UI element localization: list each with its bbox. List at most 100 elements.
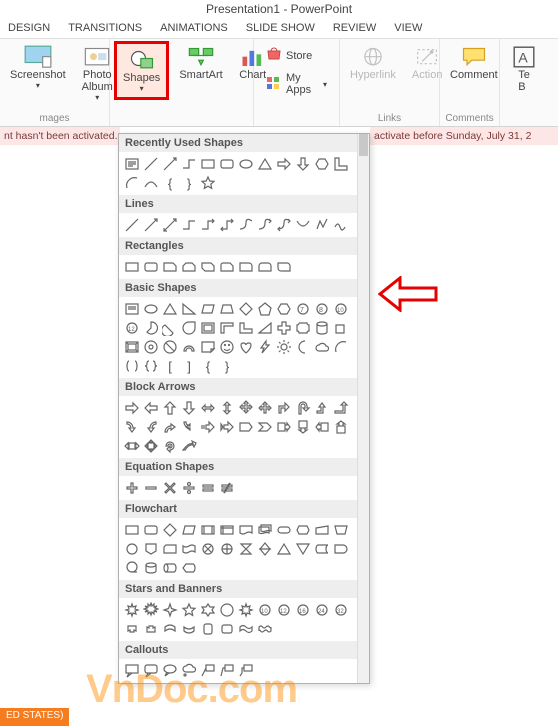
shape-arr-circular[interactable] xyxy=(161,437,179,455)
shape-arr-right[interactable] xyxy=(123,399,141,417)
shape-lshape[interactable] xyxy=(237,319,255,337)
tab-transitions[interactable]: TRANSITIONS xyxy=(68,22,142,34)
shape-fc-display[interactable] xyxy=(180,559,198,577)
shape-heptagon[interactable]: 7 xyxy=(294,300,312,318)
shape-fc-predef[interactable] xyxy=(199,521,217,539)
shape-rectangle[interactable] xyxy=(199,155,217,173)
shape-right-bracket[interactable]: ] xyxy=(180,357,198,375)
shape-snip2same[interactable] xyxy=(180,258,198,276)
shape-fc-offpage[interactable] xyxy=(142,540,160,558)
shape-star10[interactable]: 10 xyxy=(256,601,274,619)
shape-cross[interactable] xyxy=(275,319,293,337)
shape-curve[interactable] xyxy=(142,174,160,192)
shape-fc-terminator[interactable] xyxy=(275,521,293,539)
shape-parallelogram[interactable] xyxy=(199,300,217,318)
shape-block-arc[interactable] xyxy=(180,338,198,356)
shape-fc-prep[interactable] xyxy=(294,521,312,539)
shape-fc-internal[interactable] xyxy=(218,521,236,539)
shape-arr-pentagon[interactable] xyxy=(237,418,255,436)
shape-bevel[interactable] xyxy=(123,338,141,356)
shape-brace-left[interactable]: { xyxy=(161,174,179,192)
shape-fc-extract[interactable] xyxy=(275,540,293,558)
shape-freeform[interactable] xyxy=(313,216,331,234)
shape-decagon[interactable]: 10 xyxy=(332,300,350,318)
shape-octagon[interactable]: 8 xyxy=(313,300,331,318)
textbox-button[interactable]: A Te B xyxy=(504,41,544,97)
shape-double-bracket[interactable] xyxy=(123,357,141,375)
shape-fc-seq[interactable] xyxy=(123,559,141,577)
shape-connector[interactable] xyxy=(180,155,198,173)
scrollbar[interactable] xyxy=(357,134,369,683)
shape-arr-left[interactable] xyxy=(142,399,160,417)
tab-view[interactable]: VIEW xyxy=(394,22,422,34)
shape-fc-junction[interactable] xyxy=(199,540,217,558)
shape-ribbon-curved-up[interactable] xyxy=(161,620,179,638)
shape-fc-stored[interactable] xyxy=(313,540,331,558)
shape-arrow-down[interactable] xyxy=(294,155,312,173)
shape-oval[interactable] xyxy=(237,155,255,173)
shape-explosion1[interactable] xyxy=(123,601,141,619)
shape-star12[interactable]: 12 xyxy=(275,601,293,619)
shape-equal[interactable] xyxy=(199,479,217,497)
shape-star5[interactable] xyxy=(180,601,198,619)
shape-arr-bentup[interactable] xyxy=(332,399,350,417)
shape-hexagon2[interactable] xyxy=(275,300,293,318)
hyperlink-button[interactable]: Hyperlink xyxy=(344,41,402,85)
shape-scroll-v[interactable] xyxy=(199,620,217,638)
shape-arr-up[interactable] xyxy=(161,399,179,417)
smartart-button[interactable]: SmartArt xyxy=(173,41,228,85)
shape-donut[interactable] xyxy=(142,338,160,356)
shape-teardrop[interactable] xyxy=(180,319,198,337)
shape-ribbon-curved-down[interactable] xyxy=(180,620,198,638)
shape-arr-curve-d[interactable] xyxy=(180,418,198,436)
shape-arr-down[interactable] xyxy=(180,399,198,417)
shape-fc-direct[interactable] xyxy=(161,559,179,577)
tab-animations[interactable]: ANIMATIONS xyxy=(160,22,228,34)
shape-fc-delay[interactable] xyxy=(332,540,350,558)
shape-explosion2[interactable] xyxy=(142,601,160,619)
shape-fc-process[interactable] xyxy=(123,521,141,539)
shape-fc-manual-input[interactable] xyxy=(313,521,331,539)
shape-arr-notched[interactable] xyxy=(218,418,236,436)
shape-star32[interactable]: 32 xyxy=(332,601,350,619)
shape-diagonal[interactable] xyxy=(256,319,274,337)
shape-arr-r-callout[interactable] xyxy=(275,418,293,436)
shape-fc-multidoc[interactable] xyxy=(256,521,274,539)
comment-button[interactable]: Comment xyxy=(444,41,504,85)
shapes-button[interactable]: Shapes ▾ xyxy=(114,41,169,100)
shape-pentagon[interactable] xyxy=(256,300,274,318)
shape-left-bracket[interactable]: [ xyxy=(161,357,179,375)
shape-fc-collate[interactable] xyxy=(237,540,255,558)
shape-star24[interactable]: 24 xyxy=(313,601,331,619)
shape-curved-arrow[interactable] xyxy=(256,216,274,234)
shape-elbow[interactable] xyxy=(180,216,198,234)
shape-frame[interactable] xyxy=(199,319,217,337)
shape-double-wave[interactable] xyxy=(256,620,274,638)
shape-arr-u-callout[interactable] xyxy=(332,418,350,436)
shape-heart[interactable] xyxy=(237,338,255,356)
shape-textbox2[interactable] xyxy=(123,300,141,318)
shape-right-triangle[interactable] xyxy=(180,300,198,318)
shape-arr-l-callout[interactable] xyxy=(313,418,331,436)
shape-double-brace[interactable] xyxy=(142,357,160,375)
shape-scribble[interactable] xyxy=(332,216,350,234)
shape-elbow-arrow[interactable] xyxy=(199,216,217,234)
shape-rect[interactable] xyxy=(123,258,141,276)
shape-divide[interactable] xyxy=(180,479,198,497)
shape-plaque[interactable] xyxy=(294,319,312,337)
shape-multiply[interactable] xyxy=(161,479,179,497)
shape-rounded-rect[interactable] xyxy=(218,155,236,173)
tab-review[interactable]: REVIEW xyxy=(333,22,376,34)
tab-slideshow[interactable]: SLIDE SHOW xyxy=(246,22,315,34)
shape-round1[interactable] xyxy=(237,258,255,276)
shape-ribbon-up[interactable] xyxy=(123,620,141,638)
shape-noentry[interactable] xyxy=(161,338,179,356)
shape-right-brace[interactable]: } xyxy=(218,357,236,375)
shape-fc-decision[interactable] xyxy=(161,521,179,539)
shape-arr-quad-callout[interactable] xyxy=(142,437,160,455)
shape-round2diag[interactable] xyxy=(275,258,293,276)
shape-star16[interactable]: 16 xyxy=(294,601,312,619)
shape-trapezoid[interactable] xyxy=(218,300,236,318)
shape-sun[interactable] xyxy=(275,338,293,356)
shape-round2same[interactable] xyxy=(256,258,274,276)
